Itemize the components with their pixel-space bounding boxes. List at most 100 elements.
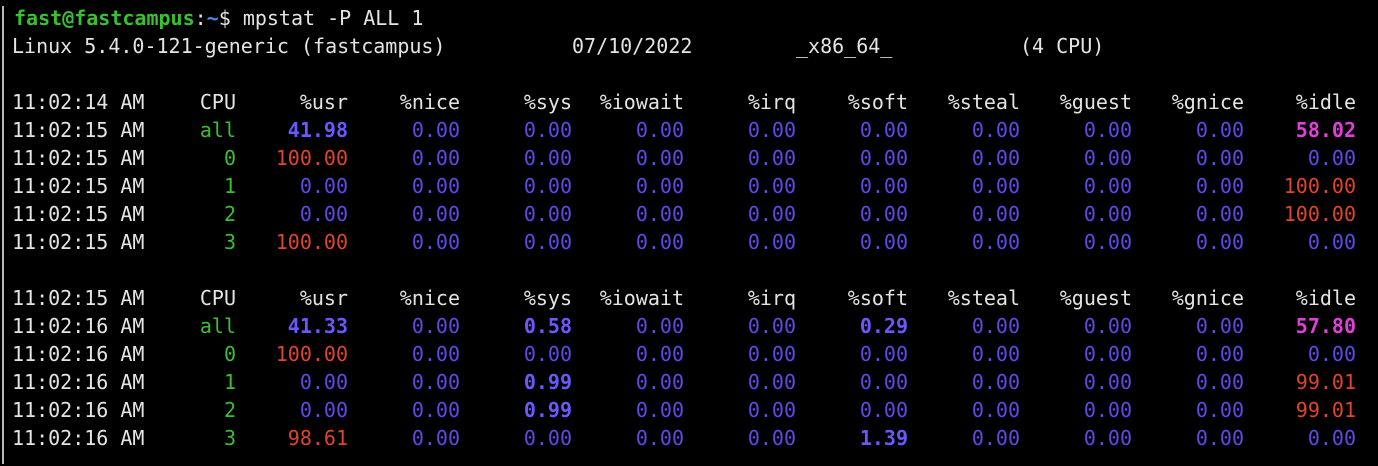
cell-guest: 0.00 (1083, 230, 1132, 254)
column-header-idle: %idle (1295, 90, 1356, 114)
cell-cpu: 2 (223, 398, 236, 422)
cell-idle: 57.80 (1295, 314, 1356, 338)
prompt-colon: : (194, 6, 207, 30)
cell-cpu: 1 (223, 370, 236, 394)
cell-idle: 100.00 (1283, 202, 1356, 226)
column-header-soft: %soft (847, 90, 908, 114)
cell-steal: 0.00 (971, 118, 1020, 142)
cell-soft: 1.39 (859, 426, 908, 450)
cell-soft: 0.00 (859, 146, 908, 170)
cell-soft: 0.00 (859, 230, 908, 254)
cell-sys: 0.00 (523, 230, 572, 254)
cell-iowait: 0.00 (635, 230, 684, 254)
table-row: 11:02:16 AM all 41.33 0.00 0.58 0.00 0.00 0.29 0… (0, 312, 1378, 340)
date-info: 07/10/2022 (572, 34, 693, 58)
cell-soft: 0.00 (859, 202, 908, 226)
cell-iowait: 0.00 (635, 314, 684, 338)
cell-gnice: 0.00 (1195, 314, 1244, 338)
cell-iowait: 0.00 (635, 202, 684, 226)
cell-sys: 0.99 (523, 370, 572, 394)
cell-sys: 0.00 (523, 342, 572, 366)
cell-guest: 0.00 (1083, 370, 1132, 394)
cell-gnice: 0.00 (1195, 146, 1244, 170)
cell-idle: 0.00 (1307, 342, 1356, 366)
cell-nice: 0.00 (411, 314, 460, 338)
cell-sys: 0.00 (523, 118, 572, 142)
arch-info: _x86_64_ (796, 34, 893, 58)
column-header-gnice: %gnice (1171, 286, 1244, 310)
column-header-nice: %nice (399, 286, 460, 310)
cell-soft: 0.29 (859, 314, 908, 338)
cell-soft: 0.00 (859, 342, 908, 366)
cell-gnice: 0.00 (1195, 118, 1244, 142)
column-header-sys: %sys (523, 286, 572, 310)
cell-cpu: 3 (223, 426, 236, 450)
system-info-line: Linux 5.4.0-121-generic (fastcampus) 07/… (12, 32, 1104, 60)
cell-cpu: 0 (223, 146, 236, 170)
cell-idle: 99.01 (1295, 398, 1356, 422)
cell-usr: 0.00 (299, 174, 348, 198)
cell-irq: 0.00 (747, 426, 796, 450)
header-time: 11:02:15 AM (12, 286, 145, 310)
cell-usr: 41.33 (287, 314, 348, 338)
cell-irq: 0.00 (747, 370, 796, 394)
cell-sys: 0.00 (523, 174, 572, 198)
cell-irq: 0.00 (747, 230, 796, 254)
cell-steal: 0.00 (971, 314, 1020, 338)
cell-sys: 0.00 (523, 426, 572, 450)
table-row: 11:02:16 AM 3 98.61 0.00 0.00 0.00 0.00 1.39 0.0… (0, 424, 1378, 452)
cell-guest: 0.00 (1083, 342, 1132, 366)
cell-iowait: 0.00 (635, 342, 684, 366)
cell-irq: 0.00 (747, 342, 796, 366)
cell-nice: 0.00 (411, 342, 460, 366)
cell-iowait: 0.00 (635, 426, 684, 450)
row-time: 11:02:15 AM (12, 118, 145, 142)
column-header-guest: %guest (1059, 90, 1132, 114)
table-row: 11:02:15 AM 1 0.00 0.00 0.00 0.00 0.00 0.00 0.00… (0, 172, 1378, 200)
cell-usr: 41.98 (287, 118, 348, 142)
row-time: 11:02:16 AM (12, 370, 145, 394)
column-header-cpu: CPU (199, 286, 236, 310)
cell-steal: 0.00 (971, 174, 1020, 198)
cell-soft: 0.00 (859, 174, 908, 198)
cell-nice: 0.00 (411, 426, 460, 450)
row-time: 11:02:15 AM (12, 230, 145, 254)
cell-steal: 0.00 (971, 230, 1020, 254)
column-header-sys: %sys (523, 90, 572, 114)
cell-guest: 0.00 (1083, 398, 1132, 422)
terminal-window[interactable]: fast@fastcampus:~$ mpstat -P ALL 1 Linux… (0, 0, 1378, 466)
cell-irq: 0.00 (747, 146, 796, 170)
cell-usr: 0.00 (299, 398, 348, 422)
cell-usr: 0.00 (299, 202, 348, 226)
cell-guest: 0.00 (1083, 202, 1132, 226)
column-header-nice: %nice (399, 90, 460, 114)
prompt-user-host: fast@fastcampus (14, 6, 195, 30)
cell-cpu: 0 (223, 342, 236, 366)
cell-steal: 0.00 (971, 342, 1020, 366)
cell-steal: 0.00 (971, 146, 1020, 170)
cell-idle: 0.00 (1307, 146, 1356, 170)
cell-irq: 0.00 (747, 202, 796, 226)
cell-gnice: 0.00 (1195, 174, 1244, 198)
row-time: 11:02:16 AM (12, 426, 145, 450)
table-row: 11:02:16 AM 2 0.00 0.00 0.99 0.00 0.00 0.00 0.00… (0, 396, 1378, 424)
cell-nice: 0.00 (411, 230, 460, 254)
cell-sys: 0.00 (523, 202, 572, 226)
cell-nice: 0.00 (411, 202, 460, 226)
cell-cpu: 2 (223, 202, 236, 226)
cell-idle: 100.00 (1283, 174, 1356, 198)
cell-gnice: 0.00 (1195, 426, 1244, 450)
table-row: 11:02:16 AM 0 100.00 0.00 0.00 0.00 0.00 0.00 0.… (0, 340, 1378, 368)
cell-iowait: 0.00 (635, 146, 684, 170)
cell-nice: 0.00 (411, 398, 460, 422)
cell-usr: 100.00 (275, 230, 348, 254)
cell-iowait: 0.00 (635, 370, 684, 394)
cell-irq: 0.00 (747, 398, 796, 422)
cell-iowait: 0.00 (635, 398, 684, 422)
table-row: 11:02:16 AM 1 0.00 0.00 0.99 0.00 0.00 0.00 0.00… (0, 368, 1378, 396)
cell-iowait: 0.00 (635, 118, 684, 142)
cell-gnice: 0.00 (1195, 202, 1244, 226)
cell-irq: 0.00 (747, 118, 796, 142)
cell-nice: 0.00 (411, 146, 460, 170)
prompt-path: ~ (206, 6, 219, 30)
